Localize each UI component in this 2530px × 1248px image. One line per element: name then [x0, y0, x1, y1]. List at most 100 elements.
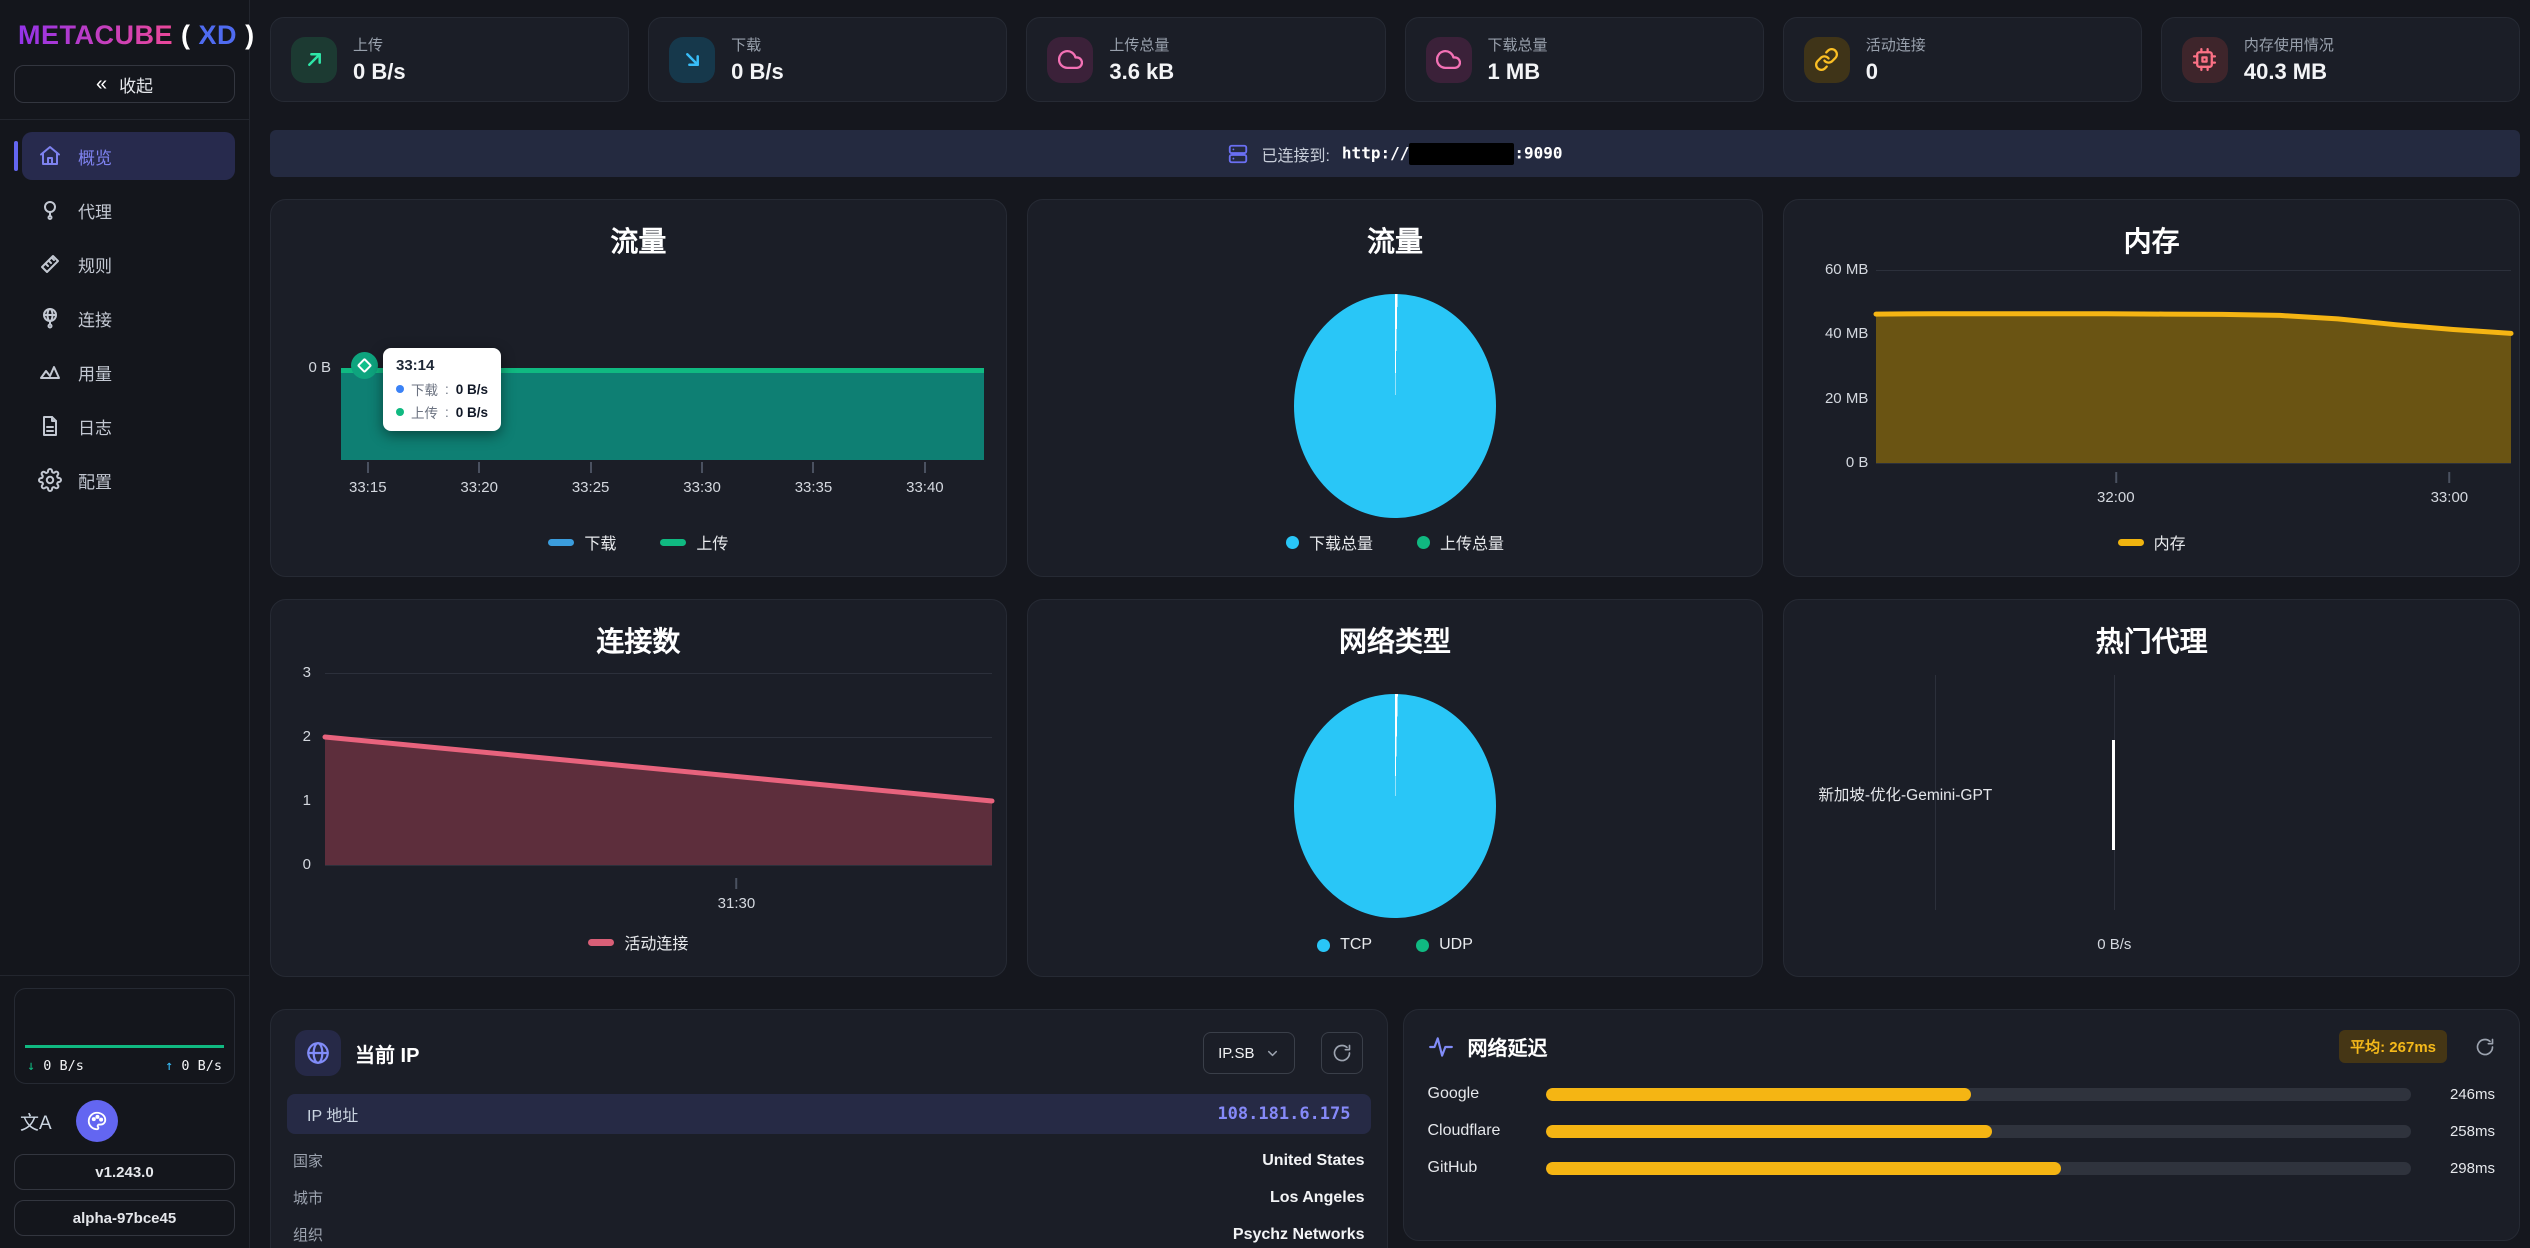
- legend-item[interactable]: UDP: [1416, 936, 1473, 954]
- refresh-ip-button[interactable]: [1321, 1032, 1363, 1074]
- latency-target: GitHub: [1428, 1159, 1528, 1177]
- chart-legend: 活动连接: [271, 930, 1006, 954]
- field-value: Psychz Networks: [1233, 1226, 1365, 1244]
- x-axis-tick: 33:00: [2431, 472, 2469, 506]
- stat-value: 0: [1866, 59, 1926, 85]
- x-axis-tick: 33:35: [795, 462, 833, 496]
- legend-item[interactable]: 上传总量: [1417, 530, 1504, 554]
- chart-tooltip: 33:14 下载: 0 B/s 上传: 0 B/s: [383, 348, 501, 431]
- y-axis-tick: 1: [303, 790, 311, 812]
- legend-item[interactable]: 活动连接: [588, 930, 688, 954]
- x-axis-tick: 33:30: [683, 462, 721, 496]
- latency-row: Google 246ms: [1428, 1081, 2496, 1107]
- legend-item[interactable]: 下载: [548, 530, 616, 554]
- ip-field-row: 国家 United States: [287, 1142, 1371, 1179]
- x-axis-tick: 33:25: [572, 462, 610, 496]
- refresh-latency-button[interactable]: [2475, 1037, 2495, 1057]
- legend-item[interactable]: 内存: [2118, 530, 2186, 554]
- refresh-icon: [1332, 1043, 1352, 1063]
- sidebar: METACUBE ( XD ) « 收起 概览 代理 规则 连接 用量 日志: [0, 0, 250, 1248]
- chart-top-proxies: 热门代理 新加坡-优化-Gemini-GPT 0 B/s: [1783, 599, 2520, 977]
- tooltip-time: 33:14: [396, 357, 488, 374]
- language-icon[interactable]: 文A: [20, 1108, 52, 1135]
- nav-icon: [38, 306, 62, 330]
- sidebar-nav: 概览 代理 规则 连接 用量 日志 配置: [14, 132, 235, 504]
- stat-value: 0 B/s: [731, 59, 784, 85]
- ip-label: IP 地址: [307, 1102, 358, 1126]
- legend-item[interactable]: TCP: [1317, 936, 1372, 954]
- sidebar-nav-item[interactable]: 日志: [22, 402, 235, 450]
- chart-title: 连接数: [271, 620, 1006, 660]
- theme-palette-button[interactable]: [76, 1100, 118, 1142]
- legend-dot: [1317, 939, 1330, 952]
- chart-connections: 连接数 3210 31:30 活动连接: [270, 599, 1007, 977]
- y-axis-tick: 0: [303, 854, 311, 876]
- build-button[interactable]: alpha-97bce45: [14, 1200, 235, 1236]
- sidebar-traffic-mini-chart: ↓ 0 B/s ↑ 0 B/s: [14, 988, 235, 1084]
- legend-item[interactable]: 下载总量: [1286, 530, 1373, 554]
- stat-label: 下载总量: [1488, 34, 1548, 55]
- version-button[interactable]: v1.243.0: [14, 1154, 235, 1190]
- charts-grid: 流量 0 B 33:14 下载: 0 B/s 上传: 0 B/s: [270, 199, 2520, 977]
- redacted-host: [1409, 143, 1514, 165]
- field-label: 国家: [293, 1150, 323, 1171]
- legend-swatch: [588, 939, 614, 946]
- ip-field-row: 组织 Psychz Networks: [287, 1216, 1371, 1248]
- stat-label: 活动连接: [1866, 34, 1926, 55]
- arrow-down-icon: ↓: [27, 1058, 35, 1074]
- stat-value: 1 MB: [1488, 59, 1548, 85]
- chart-traffic-pie: 流量 下载总量 上传总量: [1027, 199, 1764, 577]
- y-axis-tick: 2: [303, 726, 311, 748]
- sidebar-nav-item[interactable]: 配置: [22, 456, 235, 504]
- divider: [0, 119, 249, 120]
- chart-traffic-area: 流量 0 B 33:14 下载: 0 B/s 上传: 0 B/s: [270, 199, 1007, 577]
- download-rate: ↓ 0 B/s: [27, 1058, 84, 1074]
- connection-banner: 已连接到: http://:9090: [270, 130, 2520, 177]
- collapse-sidebar-button[interactable]: « 收起: [14, 65, 235, 103]
- sidebar-nav-item[interactable]: 概览: [22, 132, 235, 180]
- latency-bar-fill: [1546, 1162, 2062, 1175]
- proxy-bar: [2112, 740, 2115, 850]
- legend-swatch: [2118, 539, 2144, 546]
- sidebar-nav-item[interactable]: 代理: [22, 186, 235, 234]
- latency-bar-track: [1546, 1088, 2412, 1101]
- activity-pulse-icon: [1428, 1034, 1454, 1060]
- legend-item[interactable]: 上传: [660, 530, 728, 554]
- stat-label: 上传总量: [1109, 34, 1174, 55]
- tooltip-row: 上传: 0 B/s: [396, 402, 488, 422]
- latency-row: GitHub 298ms: [1428, 1155, 2496, 1181]
- stat-icon: [291, 37, 337, 83]
- ip-field-row: 城市 Los Angeles: [287, 1179, 1371, 1216]
- ip-provider-select[interactable]: IP.SB: [1203, 1032, 1294, 1074]
- stat-icon: [1426, 37, 1472, 83]
- upload-rate: ↑ 0 B/s: [165, 1058, 222, 1074]
- y-axis-tick: 40 MB: [1825, 323, 1868, 345]
- legend-dot: [1417, 536, 1430, 549]
- stat-label: 下载: [731, 34, 784, 55]
- panel-title: 网络延迟: [1468, 1032, 1548, 1061]
- y-axis-tick: 60 MB: [1825, 259, 1868, 281]
- nav-label: 连接: [78, 306, 112, 331]
- nav-icon: [38, 198, 62, 222]
- y-axis: 3210: [271, 662, 311, 876]
- tooltip-row: 下载: 0 B/s: [396, 379, 488, 399]
- app-logo: METACUBE ( XD ): [14, 14, 235, 65]
- latency-target: Google: [1428, 1085, 1528, 1103]
- sidebar-nav-item[interactable]: 连接: [22, 294, 235, 342]
- x-axis-tick: 33:20: [460, 462, 498, 496]
- stat-icon: [669, 37, 715, 83]
- stat-card: 上传总量 3.6 kB: [1026, 17, 1385, 102]
- nav-label: 概览: [78, 144, 112, 169]
- sidebar-nav-item[interactable]: 用量: [22, 348, 235, 396]
- legend-swatch: [548, 539, 574, 546]
- stat-label: 上传: [353, 34, 406, 55]
- latency-value: 246ms: [2429, 1086, 2495, 1103]
- stat-value: 0 B/s: [353, 59, 406, 85]
- stat-icon: [2182, 37, 2228, 83]
- sidebar-nav-item[interactable]: 规则: [22, 240, 235, 288]
- latency-rows: Google 246ms Cloudflare 258ms GitHub 298…: [1404, 1075, 2520, 1218]
- stat-label: 内存使用情况: [2244, 34, 2334, 55]
- nav-icon: [38, 414, 62, 438]
- ip-fields: 国家 United States 城市 Los Angeles 组织 Psych…: [287, 1142, 1371, 1248]
- nav-label: 日志: [78, 414, 112, 439]
